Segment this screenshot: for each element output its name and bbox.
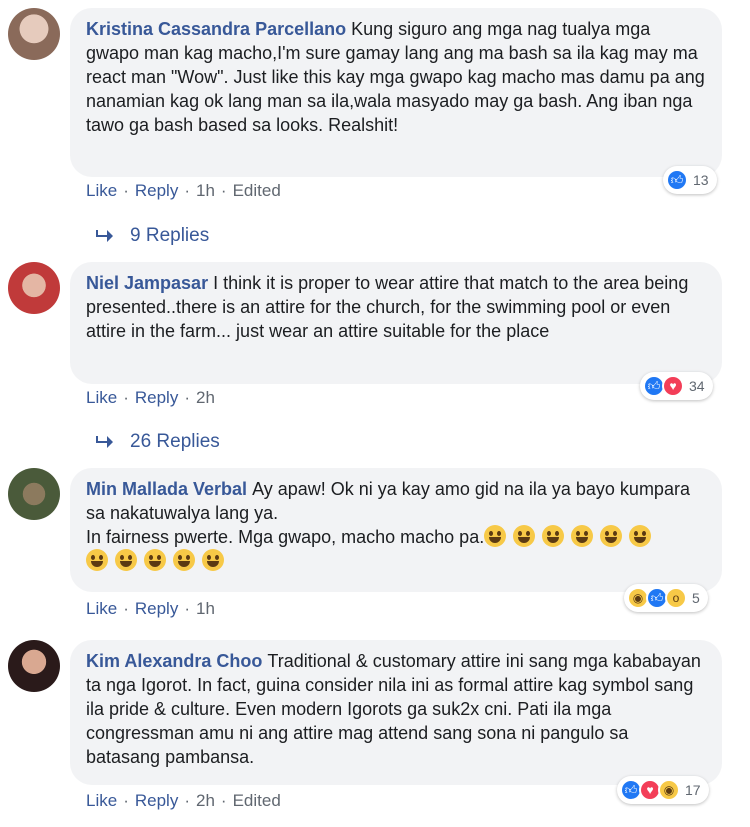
reply-link[interactable]: Reply (135, 599, 178, 619)
timestamp[interactable]: 2h (196, 791, 215, 811)
timestamp[interactable]: 2h (196, 388, 215, 408)
replies-count: 9 Replies (130, 225, 210, 246)
separator: · (123, 599, 129, 618)
reply-arrow-icon (96, 230, 113, 242)
timestamp[interactable]: 1h (196, 599, 215, 619)
separator: · (184, 181, 190, 200)
haha-reaction-icon: ◉ (658, 779, 680, 801)
comment-bubble: Niel Jampasar I think it is proper to wea… (70, 262, 722, 384)
edited-label[interactable]: Edited (233, 791, 281, 811)
view-replies-link[interactable]: 26 Replies (94, 431, 220, 453)
love-reaction-icon: ♥ (662, 375, 684, 397)
separator: · (184, 599, 190, 618)
separator: · (184, 791, 190, 810)
like-link[interactable]: Like (86, 181, 117, 201)
avatar[interactable] (8, 262, 60, 314)
separator: · (220, 181, 227, 200)
tongue-emoji-icon (144, 549, 166, 571)
reply-link[interactable]: Reply (135, 791, 178, 811)
laughing-emoji-icon (571, 525, 594, 547)
tongue-emoji-icon (173, 549, 195, 571)
comment-actions: Like · Reply · 2h · Edited (86, 791, 281, 811)
like-link[interactable]: Like (86, 599, 117, 619)
avatar[interactable] (8, 468, 60, 520)
reaction-count: 13 (693, 172, 709, 188)
comment-bubble: Kristina Cassandra Parcellano Kung siguro… (70, 8, 722, 177)
comment-author[interactable]: Min Mallada Verbal (86, 479, 247, 499)
tongue-emoji-icon (600, 525, 623, 547)
reaction-summary[interactable]: ◉ 👍︎ o 5 (624, 584, 708, 612)
reaction-count: 34 (689, 378, 705, 394)
comment-author[interactable]: Kristina Cassandra Parcellano (86, 19, 346, 39)
reaction-summary[interactable]: 👍︎ 13 (663, 166, 717, 194)
wow-reaction-icon: o (665, 587, 687, 609)
comment-bubble: Min Mallada Verbal Ay apaw! Ok ni ya kay … (70, 468, 722, 592)
laughing-emoji-icon (484, 525, 507, 547)
comment-author[interactable]: Kim Alexandra Choo (86, 651, 262, 671)
view-replies-link[interactable]: 9 Replies (94, 225, 209, 247)
separator: · (123, 181, 129, 200)
separator: · (123, 791, 129, 810)
avatar[interactable] (8, 8, 60, 60)
replies-count: 26 Replies (130, 431, 220, 452)
separator: · (184, 388, 190, 407)
tongue-emoji-icon (86, 549, 108, 571)
laughing-emoji-icon (513, 525, 536, 547)
timestamp[interactable]: 1h (196, 181, 215, 201)
reply-link[interactable]: Reply (135, 388, 178, 408)
like-reaction-icon: 👍︎ (666, 169, 688, 191)
laughing-emoji-icon (542, 525, 565, 547)
reaction-summary[interactable]: 👍︎ ♥ 34 (640, 372, 713, 400)
reaction-summary[interactable]: 👍︎ ♥ ◉ 17 (617, 776, 709, 804)
reply-arrow-icon (96, 436, 113, 448)
comment-author[interactable]: Niel Jampasar (86, 273, 208, 293)
comment-actions: Like · Reply · 1h (86, 599, 215, 619)
tongue-emoji-icon (202, 549, 224, 571)
tongue-emoji-icon (629, 525, 652, 547)
edited-label[interactable]: Edited (233, 181, 281, 201)
tongue-emoji-icon (115, 549, 137, 571)
reaction-count: 5 (692, 590, 700, 606)
reaction-count: 17 (685, 782, 701, 798)
comment-actions: Like · Reply · 2h (86, 388, 215, 408)
reply-link[interactable]: Reply (135, 181, 178, 201)
like-link[interactable]: Like (86, 791, 117, 811)
comment-actions: Like · Reply · 1h · Edited (86, 181, 281, 201)
comment-bubble: Kim Alexandra Choo Traditional & customar… (70, 640, 722, 785)
avatar[interactable] (8, 640, 60, 692)
separator: · (123, 388, 129, 407)
like-link[interactable]: Like (86, 388, 117, 408)
separator: · (220, 791, 227, 810)
